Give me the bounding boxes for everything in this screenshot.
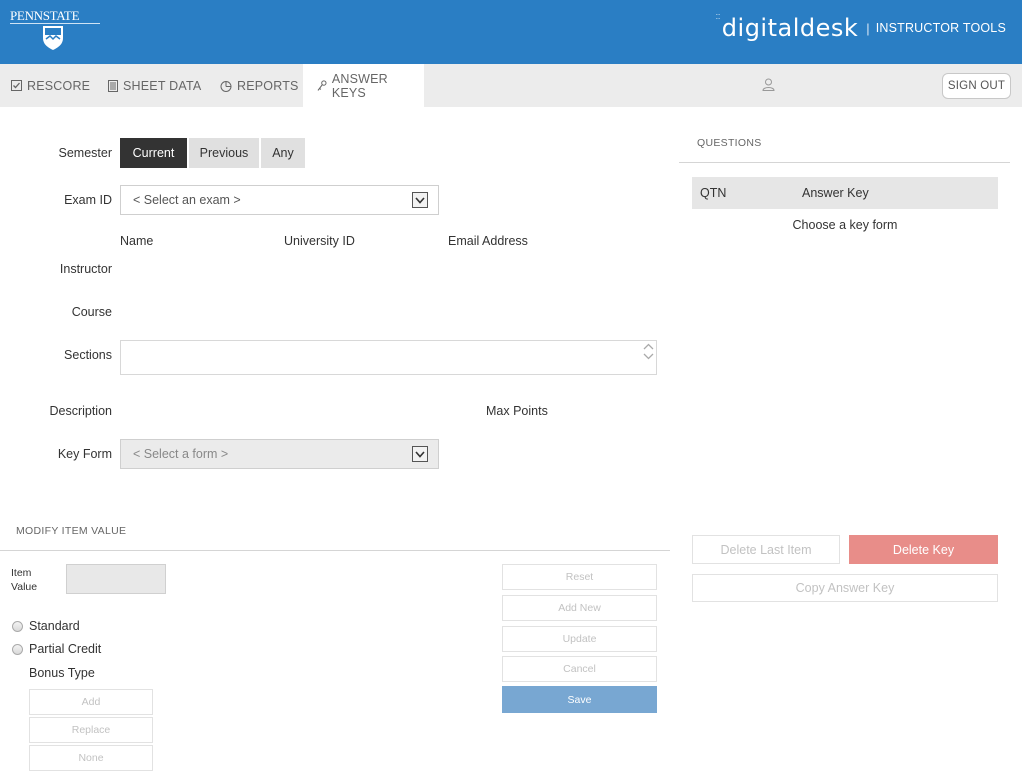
logo-rule: [10, 23, 100, 24]
delete-key-button[interactable]: Delete Key: [849, 535, 998, 564]
scroll-up-icon[interactable]: [643, 343, 654, 350]
pennstate-logo: PENNSTATE: [10, 8, 102, 52]
university-name: PENNSTATE: [10, 8, 80, 23]
bonus-add-button[interactable]: Add: [29, 689, 153, 715]
semester-current-button[interactable]: Current: [120, 138, 187, 168]
exam-id-select[interactable]: < Select an exam >: [120, 185, 439, 215]
description-label: Description: [49, 404, 112, 418]
exam-id-value: < Select an exam >: [133, 193, 241, 207]
item-value-input[interactable]: [66, 564, 166, 594]
tab-rescore[interactable]: RESCORE: [11, 64, 90, 107]
semester-any-button[interactable]: Any: [261, 138, 305, 168]
tab-label: RESCORE: [27, 78, 91, 93]
brand: ⁚⁚ digitaldesk | INSTRUCTOR TOOLS: [716, 12, 1006, 44]
item-label-line1: Item: [11, 567, 32, 579]
radio-icon[interactable]: [12, 643, 23, 655]
qtn-column-header: QTN: [700, 186, 727, 200]
brand-name-text: digitaldesk: [721, 14, 859, 42]
modify-divider: [0, 550, 670, 551]
chevron-down-icon[interactable]: [412, 446, 428, 462]
tab-reports[interactable]: REPORTS: [220, 64, 299, 107]
questions-divider: [679, 162, 1010, 163]
standard-radio[interactable]: Standard: [12, 619, 80, 633]
semester-label: Semester: [58, 146, 113, 160]
instructor-label: Instructor: [59, 262, 112, 276]
sections-label: Sections: [64, 348, 112, 362]
tab-label: SHEET DATA: [123, 78, 202, 93]
questions-empty-message: Choose a key form: [792, 218, 898, 232]
add-new-button[interactable]: Add New: [502, 595, 657, 621]
item-label-line2: Value: [11, 581, 38, 593]
document-icon: [108, 79, 118, 92]
email-column-header: Email Address: [448, 234, 528, 248]
delete-last-item-button[interactable]: Delete Last Item: [692, 535, 840, 564]
tab-label: REPORTS: [237, 78, 299, 93]
exam-id-label: Exam ID: [64, 193, 112, 207]
shield-icon: [43, 26, 63, 50]
key-form-value: < Select a form >: [133, 447, 229, 461]
answer-key-column-header: Answer Key: [802, 186, 869, 200]
scroll-down-icon[interactable]: [643, 353, 654, 360]
tab-label: ANSWER KEYS: [331, 71, 388, 100]
modify-item-title: MODIFY ITEM VALUE: [16, 525, 127, 537]
key-icon: [317, 79, 327, 91]
radio-icon[interactable]: [12, 620, 23, 632]
main-nav: RESCORE SHEET DATA REPORTS ANSWER KEYS S…: [0, 64, 1022, 107]
partial-credit-radio[interactable]: Partial Credit: [12, 642, 101, 656]
standard-label: Standard: [29, 619, 80, 633]
tab-sheet-data[interactable]: SHEET DATA: [108, 64, 201, 107]
brand-separator: |: [866, 20, 870, 36]
key-form-label: Key Form: [57, 447, 112, 461]
pie-chart-icon: [220, 80, 232, 92]
save-button[interactable]: Save: [502, 686, 657, 713]
scrollbar[interactable]: [641, 343, 655, 360]
max-points-label: Max Points: [486, 404, 548, 418]
user-icon[interactable]: [762, 78, 775, 91]
reset-button[interactable]: Reset: [502, 564, 657, 590]
university-id-column-header: University ID: [284, 234, 355, 248]
sections-listbox[interactable]: [120, 340, 657, 375]
bonus-none-button[interactable]: None: [29, 745, 153, 771]
cancel-button[interactable]: Cancel: [502, 656, 657, 682]
tab-answer-keys[interactable]: ANSWER KEYS: [303, 64, 424, 107]
name-column-header: Name: [120, 234, 154, 248]
copy-answer-key-button[interactable]: Copy Answer Key: [692, 574, 998, 602]
checkbox-icon: [11, 80, 22, 91]
partial-credit-label: Partial Credit: [29, 642, 102, 656]
semester-previous-button[interactable]: Previous: [189, 138, 259, 168]
app-header: PENNSTATE ⁚⁚ digitaldesk | INSTRUCTOR TO…: [0, 0, 1022, 64]
course-label: Course: [71, 305, 112, 319]
key-form-select[interactable]: < Select a form >: [120, 439, 439, 469]
bonus-replace-button[interactable]: Replace: [29, 717, 153, 743]
update-button[interactable]: Update: [502, 626, 657, 652]
bonus-type-label: Bonus Type: [29, 666, 95, 680]
item-value-label: Item Value: [11, 566, 37, 594]
brand-subtitle: INSTRUCTOR TOOLS: [875, 21, 1006, 35]
brand-dots-icon: ⁚⁚: [715, 13, 721, 21]
chevron-down-icon[interactable]: [412, 192, 428, 208]
brand-name: ⁚⁚ digitaldesk: [716, 14, 859, 43]
questions-title: QUESTIONS: [697, 137, 762, 149]
questions-table-header: QTN Answer Key: [692, 177, 998, 209]
sign-out-button[interactable]: SIGN OUT: [942, 73, 1011, 99]
